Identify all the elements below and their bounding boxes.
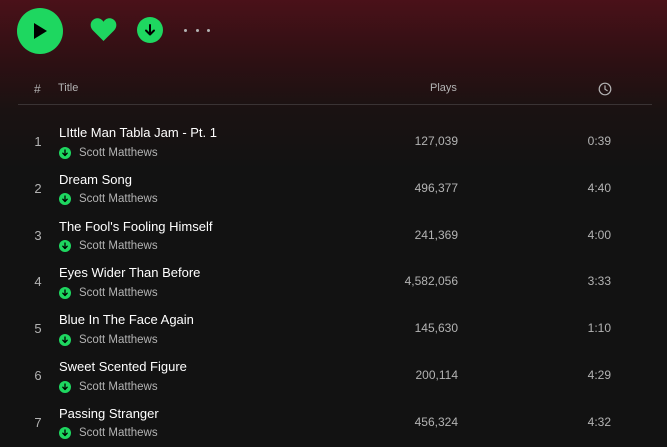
track-number: 5 xyxy=(34,321,42,337)
track-duration: 3:33 xyxy=(587,274,611,289)
downloaded-icon xyxy=(59,427,71,440)
track-artist[interactable]: Scott Matthews xyxy=(79,147,158,159)
download-button[interactable] xyxy=(137,17,163,43)
action-bar xyxy=(0,0,667,62)
more-icon xyxy=(184,28,187,32)
downloaded-icon xyxy=(59,146,71,159)
track-artist[interactable]: Scott Matthews xyxy=(79,381,158,393)
play-button[interactable] xyxy=(17,8,63,54)
track-row[interactable]: 3 The Fool's Fooling Himself Scott Matthew… xyxy=(18,213,652,260)
track-artist[interactable]: Scott Matthews xyxy=(79,287,158,299)
heart-icon xyxy=(90,18,117,41)
track-title[interactable]: LIttle Man Tabla Jam - Pt. 1 xyxy=(59,125,217,140)
track-meta: Scott Matthews xyxy=(59,427,158,440)
downloaded-icon xyxy=(59,333,71,346)
track-number: 2 xyxy=(34,180,42,196)
track-number: 3 xyxy=(34,227,42,243)
track-row[interactable]: 5 Blue In The Face Again Scott Matthews 145… xyxy=(18,306,652,353)
track-row[interactable]: 1 LIttle Man Tabla Jam - Pt. 1 Scott Matth… xyxy=(18,119,652,166)
track-duration: 4:29 xyxy=(587,368,611,382)
like-button[interactable] xyxy=(90,17,117,42)
track-meta: Scott Matthews xyxy=(59,193,158,206)
track-plays: 200,114 xyxy=(415,368,459,382)
track-artist[interactable]: Scott Matthews xyxy=(79,427,158,439)
track-title[interactable]: Eyes Wider Than Before xyxy=(59,265,200,280)
track-meta: Scott Matthews xyxy=(59,240,158,253)
track-number: 7 xyxy=(34,414,42,430)
track-row[interactable]: 7 Passing Stranger Scott Matthews 456,324 4:… xyxy=(18,400,652,447)
track-title[interactable]: Blue In The Face Again xyxy=(59,312,194,327)
track-title[interactable]: The Fool's Fooling Himself xyxy=(59,219,212,234)
track-number: 1 xyxy=(34,134,42,149)
track-meta: Scott Matthews xyxy=(59,380,158,393)
downloaded-icon xyxy=(59,286,71,299)
track-number: 4 xyxy=(34,274,42,290)
downloaded-icon xyxy=(59,240,71,253)
track-row[interactable]: 4 Eyes Wider Than Before Scott Matthews 4,5… xyxy=(18,259,652,306)
more-options-button[interactable] xyxy=(184,22,210,38)
track-duration: 0:39 xyxy=(587,134,611,148)
track-plays: 127,039 xyxy=(414,134,458,148)
track-plays: 4,582,056 xyxy=(404,274,458,289)
track-duration: 1:10 xyxy=(587,321,611,336)
track-title[interactable]: Sweet Scented Figure xyxy=(59,359,187,374)
track-title[interactable]: Dream Song xyxy=(59,172,132,187)
column-header-number: # xyxy=(34,82,41,96)
track-duration: 4:32 xyxy=(587,414,611,429)
track-number: 6 xyxy=(34,368,42,383)
track-row[interactable]: 2 Dream Song Scott Matthews 496,377 4:40 xyxy=(18,166,652,213)
clock-icon xyxy=(598,82,612,96)
track-artist[interactable]: Scott Matthews xyxy=(79,334,158,346)
track-artist[interactable]: Scott Matthews xyxy=(79,193,158,205)
downloaded-icon xyxy=(59,380,71,393)
downloaded-icon xyxy=(59,193,71,206)
play-icon xyxy=(34,23,47,39)
track-plays: 241,369 xyxy=(414,227,458,242)
track-duration: 4:00 xyxy=(587,227,611,242)
track-meta: Scott Matthews xyxy=(59,333,158,346)
track-meta: Scott Matthews xyxy=(59,286,158,299)
column-header-plays: Plays xyxy=(430,82,457,94)
track-row[interactable]: 6 Sweet Scented Figure Scott Matthews 200,1… xyxy=(18,353,652,400)
track-meta: Scott Matthews xyxy=(59,146,158,159)
track-duration: 4:40 xyxy=(587,180,611,195)
track-list-header: # Title Plays xyxy=(18,78,652,105)
track-plays: 496,377 xyxy=(414,180,458,195)
track-artist[interactable]: Scott Matthews xyxy=(79,240,158,252)
track-plays: 145,630 xyxy=(414,321,458,336)
track-plays: 456,324 xyxy=(414,414,458,429)
column-header-title: Title xyxy=(58,82,79,94)
track-title[interactable]: Passing Stranger xyxy=(59,406,159,421)
download-icon xyxy=(145,24,155,36)
